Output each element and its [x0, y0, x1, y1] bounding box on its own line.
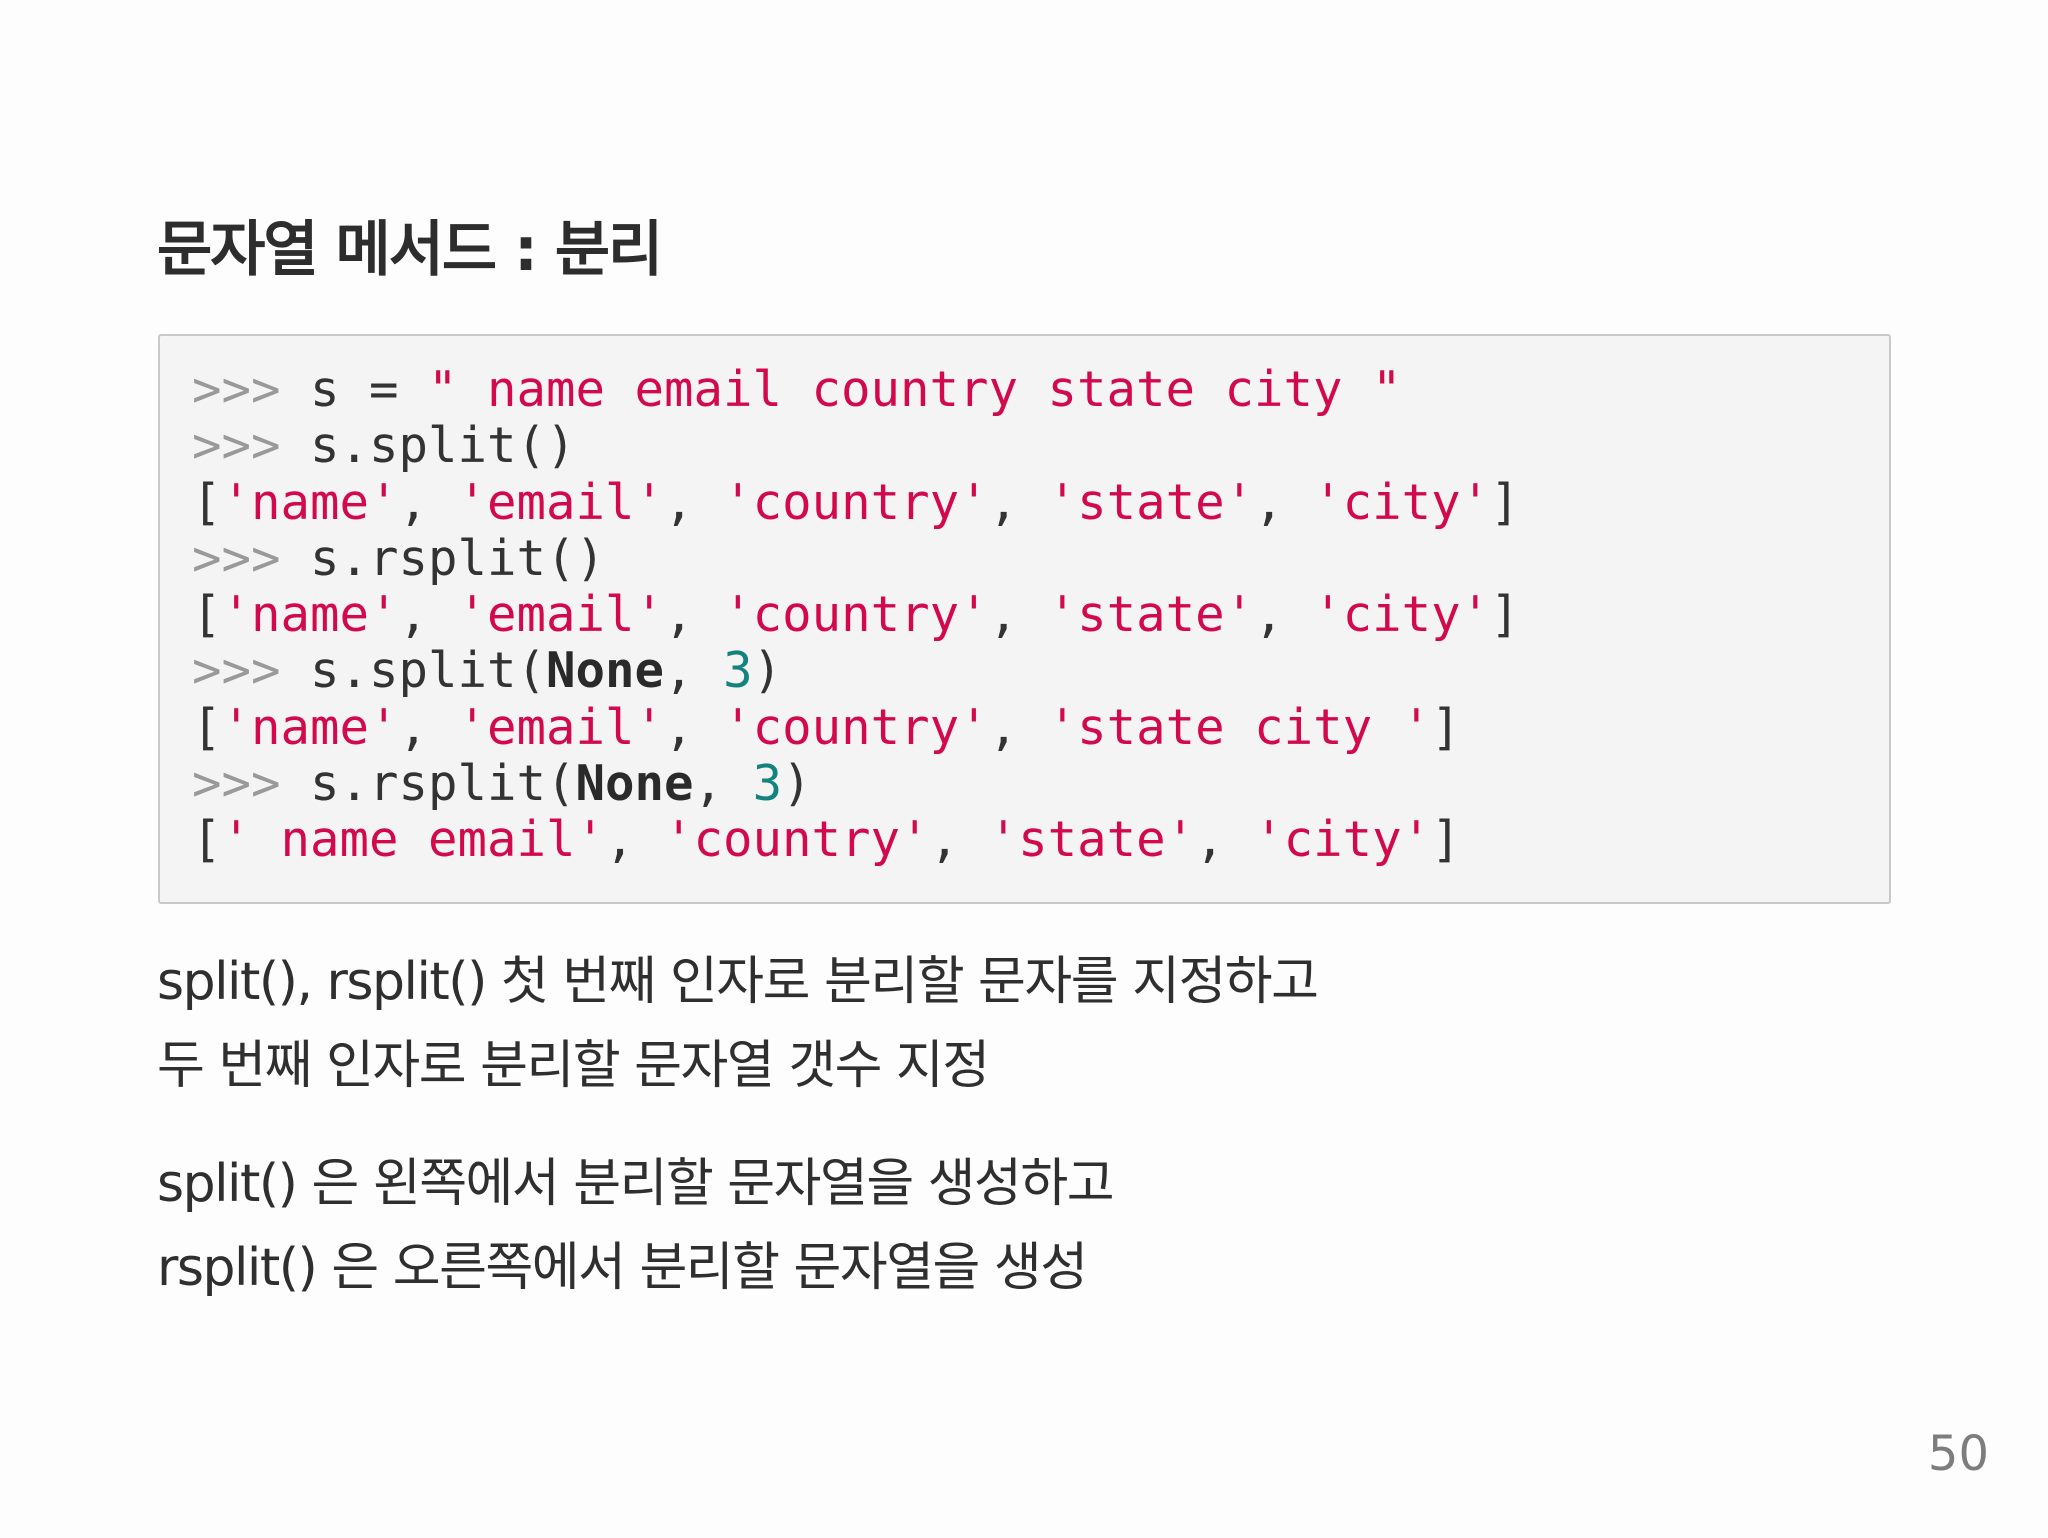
paragraph-line: split(), rsplit() 첫 번째 인자로 분리할 문자를 지정하고	[157, 952, 1319, 1012]
code-text: s.rsplit(	[280, 755, 576, 813]
code-text: ,	[664, 473, 724, 531]
code-text: s =	[280, 361, 429, 418]
code-text: s.rsplit()	[280, 529, 606, 587]
code-text: ]	[1431, 698, 1461, 756]
code-string: 'state'	[1047, 473, 1255, 531]
code-string: 'city'	[1313, 473, 1491, 531]
code-text: ,	[988, 698, 1048, 756]
paragraph-1: split(), rsplit() 첫 번째 인자로 분리할 문자를 지정하고 …	[157, 940, 1319, 1108]
code-string: " name email country state city "	[428, 361, 1402, 418]
code-text: ,	[398, 473, 458, 531]
code-number: 3	[752, 755, 783, 813]
code-text: [	[192, 586, 222, 644]
code-text: s.split(	[280, 642, 547, 700]
code-output-line: ['name', 'email', 'country', 'state', 'c…	[192, 473, 1520, 531]
code-text: ,	[664, 586, 724, 644]
paragraph-line: split() 은 왼쪽에서 분리할 문자열을 생성하고	[157, 1154, 1115, 1214]
prompt-marker: >>>	[192, 642, 281, 700]
paragraph-line: rsplit() 은 오른쪽에서 분리할 문자열을 생성	[157, 1238, 1088, 1298]
code-string: 'email'	[457, 698, 665, 756]
code-string: 'email'	[457, 586, 665, 644]
code-keyword: None	[546, 642, 665, 700]
code-output-line: [' name email', 'country', 'state', 'cit…	[192, 812, 1520, 868]
code-input-line: >>> s.rsplit()	[192, 529, 1520, 587]
code-text: ,	[398, 698, 458, 756]
code-output-line: ['name', 'email', 'country', 'state city…	[192, 698, 1520, 756]
code-text: ,	[1195, 811, 1255, 869]
slide: 문자열 메서드 : 분리 >>> s = " name email countr…	[0, 0, 2048, 1538]
code-string: 'state city '	[1047, 698, 1432, 756]
code-text: ,	[929, 811, 989, 869]
paragraph-line: 두 번째 인자로 분리할 문자열 갯수 지정	[157, 1036, 990, 1096]
code-number: 3	[723, 642, 753, 700]
code-string: 'city'	[1254, 811, 1432, 869]
code-text: ]	[1431, 811, 1461, 869]
code-string: 'name'	[221, 586, 399, 644]
code-text: ,	[664, 642, 724, 700]
code-string: 'country'	[664, 811, 930, 869]
code-string: 'state'	[1047, 586, 1255, 644]
code-text: ]	[1490, 473, 1520, 531]
code-keyword: None	[575, 755, 694, 813]
code-input-line: >>> s = " name email country state city …	[192, 361, 1520, 418]
code-text: ,	[988, 586, 1048, 644]
code-text: ,	[693, 755, 753, 813]
code-text: [	[192, 473, 222, 531]
slide-title: 문자열 메서드 : 분리	[157, 215, 663, 285]
code-text: ]	[1490, 586, 1520, 644]
code-text: ,	[664, 698, 724, 756]
prompt-marker: >>>	[192, 529, 281, 587]
code-input-line: >>> s.split()	[192, 418, 1520, 474]
code-text: [	[192, 811, 222, 869]
code-string: 'country'	[723, 473, 989, 531]
code-text: ,	[1254, 586, 1314, 644]
code-string: 'city'	[1313, 586, 1491, 644]
code-text: )	[782, 755, 812, 813]
code-listing: >>> s = " name email country state city …	[192, 361, 1520, 869]
prompt-marker: >>>	[192, 417, 281, 475]
code-string: 'name'	[221, 473, 399, 531]
code-input-line: >>> s.split(None, 3)	[192, 643, 1520, 699]
code-string: 'state'	[988, 811, 1196, 869]
code-input-line: >>> s.rsplit(None, 3)	[192, 755, 1520, 813]
page-number: 50	[1927, 1426, 1989, 1482]
code-string: ' name email'	[221, 811, 606, 869]
code-output-line: ['name', 'email', 'country', 'state', 'c…	[192, 587, 1520, 643]
code-text: s.split()	[280, 417, 576, 475]
code-string: 'country'	[723, 586, 989, 644]
code-block: >>> s = " name email country state city …	[158, 334, 1891, 904]
code-string: 'country'	[723, 698, 989, 756]
code-text: [	[192, 698, 222, 756]
prompt-marker: >>>	[192, 755, 281, 813]
prompt-marker: >>>	[192, 361, 281, 418]
code-text: )	[752, 642, 783, 700]
code-text: ,	[988, 473, 1048, 531]
code-string: 'email'	[457, 473, 665, 531]
code-text: ,	[1254, 473, 1314, 531]
code-text: ,	[605, 811, 665, 869]
code-text: ,	[398, 586, 458, 644]
paragraph-2: split() 은 왼쪽에서 분리할 문자열을 생성하고 rsplit() 은 …	[157, 1142, 1115, 1310]
code-string: 'name'	[221, 698, 399, 756]
